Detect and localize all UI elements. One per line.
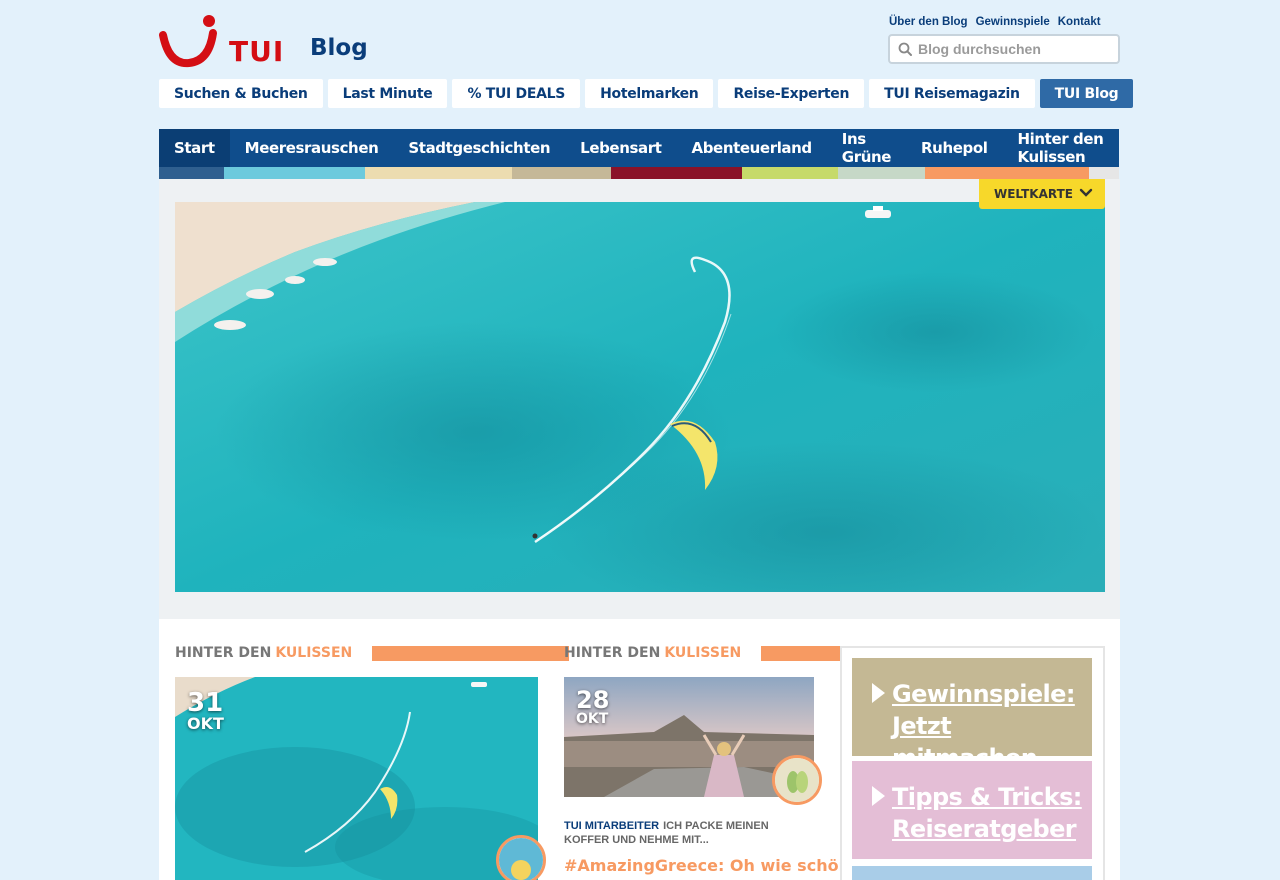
weltkarte-button[interactable]: WELTKARTE — [979, 179, 1105, 209]
link-about-blog[interactable]: Über den Blog — [889, 16, 968, 28]
date-month: OKT — [187, 714, 224, 733]
tab-last-minute[interactable]: Last Minute — [327, 79, 448, 108]
author-avatar[interactable] — [772, 755, 822, 805]
article-image[interactable] — [175, 677, 538, 880]
promo-gewinnspiele[interactable]: Gewinnspiele: Jetzt mitmachen — [852, 658, 1092, 772]
promo-line-2: Reiseratgeber — [892, 815, 1077, 843]
nav-lebensart[interactable]: Lebensart — [565, 129, 676, 167]
tab-tui-blog[interactable]: TUI Blog — [1039, 79, 1134, 108]
tui-logo[interactable]: TUI — [159, 13, 283, 69]
tab-suchen-buchen[interactable]: Suchen & Buchen — [159, 79, 323, 108]
author-avatar[interactable] — [496, 835, 546, 880]
search-box — [888, 34, 1120, 64]
tab-tui-deals[interactable]: % TUI DEALS — [452, 79, 581, 108]
article-category[interactable]: TUI MITARBEITER — [564, 820, 659, 832]
blog-title[interactable]: Blog — [310, 35, 368, 61]
promo-line-1: Gewinnspiele: — [892, 680, 1075, 708]
main-navigation: Start Meeresrauschen Stadtgeschichten Le… — [159, 129, 1119, 167]
tui-smile-icon — [159, 15, 217, 68]
category-color-bar — [159, 167, 1119, 179]
link-gewinnspiele[interactable]: Gewinnspiele — [976, 16, 1050, 28]
date-day: 28 — [576, 686, 610, 714]
link-kontakt[interactable]: Kontakt — [1058, 16, 1101, 28]
color-segment — [838, 167, 925, 179]
search-input[interactable] — [918, 41, 1108, 57]
search-icon — [898, 42, 912, 56]
date-day: 31 — [187, 688, 224, 718]
nav-stadtgeschichten[interactable]: Stadtgeschichten — [393, 129, 565, 167]
color-segment — [925, 167, 1089, 179]
article-date: 28 OKT — [576, 688, 609, 726]
promo-tipps-tricks[interactable]: Tipps & Tricks: Reiseratgeber — [852, 761, 1092, 859]
date-month: OKT — [576, 711, 609, 727]
section-prefix: HINTER DEN — [564, 645, 661, 661]
article-headline[interactable]: #AmazingGreece: Oh wie schön ist — [564, 856, 878, 875]
section-highlight: KULISSEN — [664, 645, 742, 661]
section-divider — [372, 645, 570, 661]
nav-ruhepol[interactable]: Ruhepol — [906, 129, 1002, 167]
hero-image[interactable] — [175, 202, 1105, 592]
top-navigation: Suchen & Buchen Last Minute % TUI DEALS … — [159, 79, 1134, 108]
section-prefix: HINTER DEN — [175, 645, 272, 661]
nav-abenteuerland[interactable]: Abenteuerland — [677, 129, 827, 167]
nav-hinter-den-kulissen[interactable]: Hinter den Kulissen — [1003, 129, 1120, 167]
tab-tui-reisemagazin[interactable]: TUI Reisemagazin — [869, 79, 1035, 108]
color-segment — [159, 167, 224, 179]
color-segment — [224, 167, 365, 179]
color-segment — [742, 167, 838, 179]
article-meta: TUI MITARBEITER ICH PACKE MEINEN KOFFER U… — [564, 819, 814, 847]
promo-next[interactable] — [852, 866, 1092, 880]
section-header: HINTER DEN KULISSEN — [564, 645, 846, 661]
tab-reise-experten[interactable]: Reise-Experten — [718, 79, 865, 108]
play-arrow-icon — [872, 786, 885, 806]
tui-wordmark: TUI — [229, 35, 285, 68]
section-highlight: KULISSEN — [275, 645, 353, 661]
nav-start[interactable]: Start — [159, 129, 230, 167]
weltkarte-label: WELTKARTE — [994, 187, 1073, 201]
promo-line-1: Tipps & Tricks: — [892, 783, 1082, 811]
color-segment — [1089, 167, 1119, 179]
play-arrow-icon — [872, 683, 885, 703]
nav-meeresrauschen[interactable]: Meeresrauschen — [230, 129, 394, 167]
color-segment — [611, 167, 742, 179]
color-segment — [365, 167, 512, 179]
section-divider — [761, 645, 846, 661]
color-segment — [512, 167, 611, 179]
section-header: HINTER DEN KULISSEN — [175, 645, 570, 661]
nav-ins-gruene[interactable]: Ins Grüne — [827, 129, 906, 167]
article-date: 31 OKT — [187, 690, 224, 732]
top-links: Über den Blog Gewinnspiele Kontakt — [889, 16, 1101, 28]
chevron-down-icon — [1079, 188, 1093, 197]
tab-hotelmarken[interactable]: Hotelmarken — [585, 79, 714, 108]
